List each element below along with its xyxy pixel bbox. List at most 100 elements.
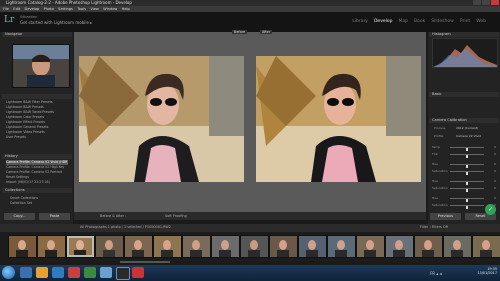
start-button[interactable] — [2, 266, 15, 279]
slider-track[interactable] — [450, 205, 484, 209]
module-map[interactable]: Map — [399, 19, 409, 24]
ie-taskbar-icon[interactable] — [52, 267, 64, 278]
slider-red-saturation[interactable]: Saturation 0 — [432, 169, 496, 175]
filmstrip-thumbnail[interactable] — [182, 235, 211, 258]
module-print[interactable]: Print — [460, 19, 470, 24]
filmstrip-thumbnail[interactable] — [269, 235, 298, 258]
mobile-status-link[interactable]: Get started with Lightroom mobile ▸ — [20, 20, 92, 25]
clock[interactable]: 19:35 13/01/2017 — [477, 267, 497, 275]
slider-knob[interactable] — [466, 155, 468, 158]
close-icon[interactable] — [491, 0, 499, 5]
module-slideshow[interactable]: Slideshow — [431, 19, 454, 24]
slider-value: 0 — [494, 179, 496, 183]
slider-knob[interactable] — [466, 199, 468, 202]
slider-knob[interactable] — [466, 172, 468, 175]
navigator-header[interactable]: Navigator — [2, 32, 72, 37]
slider-track[interactable] — [450, 164, 484, 168]
media-taskbar-icon[interactable] — [68, 267, 80, 278]
slider-track[interactable] — [450, 198, 484, 202]
module-library[interactable]: Library — [352, 19, 368, 24]
filmstrip-thumbnail[interactable] — [385, 235, 414, 258]
explorer-taskbar-icon[interactable] — [20, 267, 32, 278]
slider-knob[interactable] — [466, 165, 468, 168]
app-taskbar-icon[interactable] — [100, 267, 112, 278]
slider-blue-hue[interactable]: Hue 0 — [432, 196, 496, 202]
chrome-taskbar-icon[interactable] — [36, 267, 48, 278]
slider-track[interactable] — [450, 147, 484, 151]
filmstrip-thumbnail[interactable] — [298, 235, 327, 258]
volume-icon[interactable]: ◂ — [440, 271, 442, 276]
filmstrip-thumbnail[interactable] — [124, 235, 153, 258]
slider-label: Saturation — [432, 186, 448, 190]
slider-green-saturation[interactable]: Saturation 0 — [432, 186, 496, 192]
navigator-thumbnail[interactable] — [12, 44, 70, 88]
filmstrip-source-info[interactable]: All Photographs 1 photo / 1 selected / P… — [80, 225, 171, 229]
network-icon[interactable]: ▴ — [436, 271, 438, 276]
filmstrip-thumbnail[interactable] — [153, 235, 182, 258]
slider-green-hue[interactable]: Hue 0 — [432, 179, 496, 185]
slider-red-hue[interactable]: Hue 0 — [432, 162, 496, 168]
system-tray-icons[interactable]: FR ▴ ◂ — [430, 271, 442, 276]
filmstrip-thumbnail[interactable] — [95, 235, 124, 258]
slider-label: Temp — [432, 145, 440, 149]
filmstrip-thumbnail[interactable] — [472, 235, 500, 258]
filmstrip-thumbnail[interactable] — [414, 235, 443, 258]
slider-knob[interactable] — [466, 148, 468, 151]
slider-knob[interactable] — [466, 182, 468, 185]
history-step[interactable]: Import (08/01/17 22:27:16) — [6, 180, 68, 185]
language-indicator[interactable]: FR — [430, 271, 435, 276]
lightroom-logo: Lr — [4, 15, 15, 25]
slider-temp[interactable]: Temp 0 — [432, 145, 496, 151]
copy-button[interactable]: Copy... — [4, 213, 35, 220]
after-label: After — [260, 30, 273, 34]
filmstrip-thumbnail[interactable] — [37, 235, 66, 258]
profile-select[interactable]: Camera V2 Vivid — [456, 134, 481, 138]
slider-label: Hue — [432, 162, 439, 166]
filter-select[interactable]: Filters Off — [432, 225, 448, 229]
filmstrip-thumbnail[interactable] — [356, 235, 385, 258]
presets-header[interactable] — [2, 94, 72, 99]
preset-folder[interactable]: User Presets — [6, 135, 68, 140]
slider-label: Saturation — [432, 169, 448, 173]
module-web[interactable]: Web — [476, 19, 486, 24]
after-photo[interactable] — [256, 56, 421, 182]
filmstrip-scrollbar[interactable] — [120, 261, 170, 263]
slider-value: 0 — [494, 196, 496, 200]
process-select[interactable]: 2012 (Current) — [456, 126, 478, 130]
module-develop[interactable]: Develop — [374, 19, 393, 24]
slider-label: Tint — [432, 152, 438, 156]
camera-calibration-header[interactable]: Camera Calibration — [429, 118, 499, 123]
app-taskbar-icon[interactable] — [132, 267, 144, 278]
slider-knob[interactable] — [466, 206, 468, 209]
maximize-icon[interactable] — [482, 0, 490, 5]
history-header[interactable]: History — [2, 154, 72, 159]
filmstrip-thumbnail[interactable] — [8, 235, 37, 258]
filmstrip-thumbnail[interactable] — [327, 235, 356, 258]
checkmark-icon[interactable]: ✓ — [485, 204, 496, 215]
collection-item[interactable]: Collection Set — [10, 201, 68, 206]
paste-button[interactable]: Paste — [39, 213, 70, 220]
filmstrip-thumbnail[interactable] — [211, 235, 240, 258]
lightroom-taskbar-icon[interactable] — [116, 267, 130, 280]
slider-tint[interactable]: Tint 0 — [432, 152, 496, 158]
basic-header[interactable]: Basic — [429, 92, 499, 97]
slider-track[interactable] — [450, 188, 484, 192]
previous-button[interactable]: Previous — [430, 213, 461, 220]
excel-taskbar-icon[interactable] — [84, 267, 96, 278]
slider-knob[interactable] — [466, 189, 468, 192]
profile-label: Profile — [434, 134, 444, 138]
filmstrip-thumbnail[interactable] — [240, 235, 269, 258]
slider-track[interactable] — [450, 154, 484, 158]
collections-header[interactable]: Collections — [2, 188, 72, 193]
histogram-header[interactable]: Histogram — [429, 32, 499, 37]
slider-track[interactable] — [450, 171, 484, 175]
filmstrip-thumbnail-selected[interactable] — [66, 235, 95, 258]
module-book[interactable]: Book — [414, 19, 425, 24]
before-photo[interactable] — [79, 56, 244, 182]
slider-track[interactable] — [450, 181, 484, 185]
soft-proofing-toggle[interactable]: Soft Proofing — [165, 214, 187, 218]
history-list: Camera Profile: Camera V2 Vivid (HDR) Ca… — [6, 160, 68, 185]
minimize-icon[interactable] — [473, 0, 481, 5]
filmstrip-thumbnail[interactable] — [443, 235, 472, 258]
catalog-owner: Sébastien — [20, 15, 38, 19]
